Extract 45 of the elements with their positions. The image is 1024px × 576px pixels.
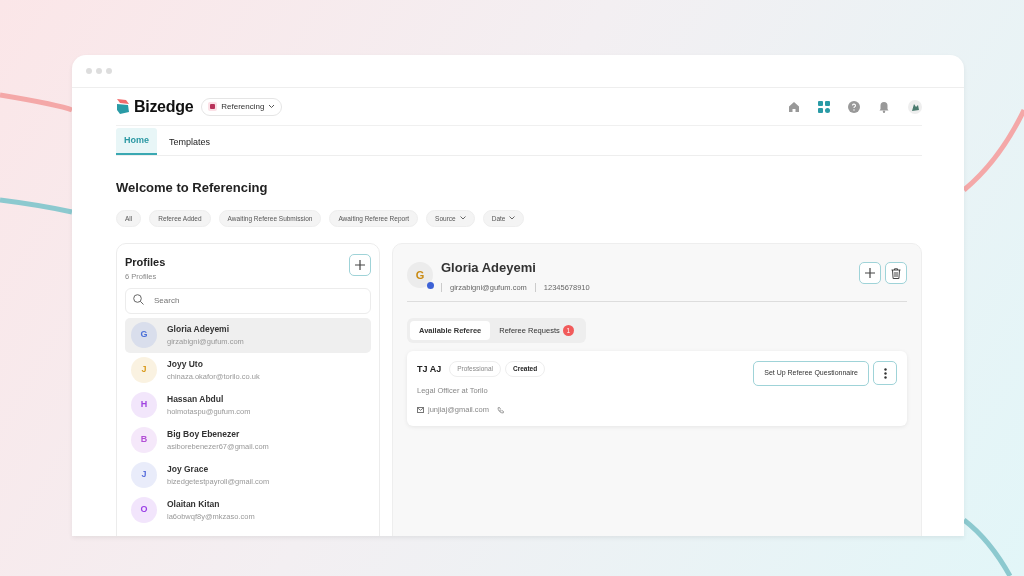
profile-name: Gloria Adeyemi [441,259,537,278]
logo-text: Bizedge [134,96,194,117]
mail-icon [417,407,424,413]
profile-name: Joyy Uto [167,358,204,371]
more-icon [883,367,887,379]
delete-button[interactable] [885,262,907,285]
referee-name: TJ AJ [417,362,442,376]
search-field[interactable]: Search [125,287,371,314]
window-dot [96,68,102,74]
trash-icon [891,267,901,279]
profile-avatar: G [407,262,433,289]
avatar-icon[interactable] [908,99,922,114]
status-dot [427,282,434,290]
phone-icon[interactable] [496,406,504,414]
window-dot [106,68,112,74]
profile-name: Big Boy Ebenezer [167,428,241,441]
panel-title: Profiles [125,255,166,271]
caret-icon [459,216,466,221]
window-dot [86,68,92,74]
bell-icon[interactable] [878,100,890,113]
logo-icon [116,98,130,115]
avatar-initial: J [141,468,147,482]
profile-name: Olaitan Kitan [167,498,221,511]
module-icon [208,102,218,111]
avatar-initial: H [140,398,148,412]
profile-name: Joy Grace [167,463,210,476]
caret-icon [268,104,276,109]
add-button[interactable] [859,262,881,285]
profile-name: Gloria Adeyemi [167,323,231,336]
nav-tab[interactable]: Templates [161,129,219,155]
profile-name: Hassan Abdul [167,393,225,406]
add-button[interactable] [349,254,371,277]
more-button[interactable] [873,361,897,386]
avatar-initial: G [140,328,148,342]
home-icon[interactable] [788,100,800,113]
plus-icon [355,260,365,271]
help-icon[interactable] [848,100,860,113]
plus-icon [865,268,875,279]
page-title: Welcome to Referencing [116,179,269,197]
avatar-initial: O [140,503,148,517]
module-selector[interactable]: Referencing [201,97,283,116]
apps-grid-icon[interactable] [818,100,830,113]
avatar-initial: J [141,363,147,377]
avatar-initial: B [140,433,148,447]
caret-icon [509,216,516,221]
